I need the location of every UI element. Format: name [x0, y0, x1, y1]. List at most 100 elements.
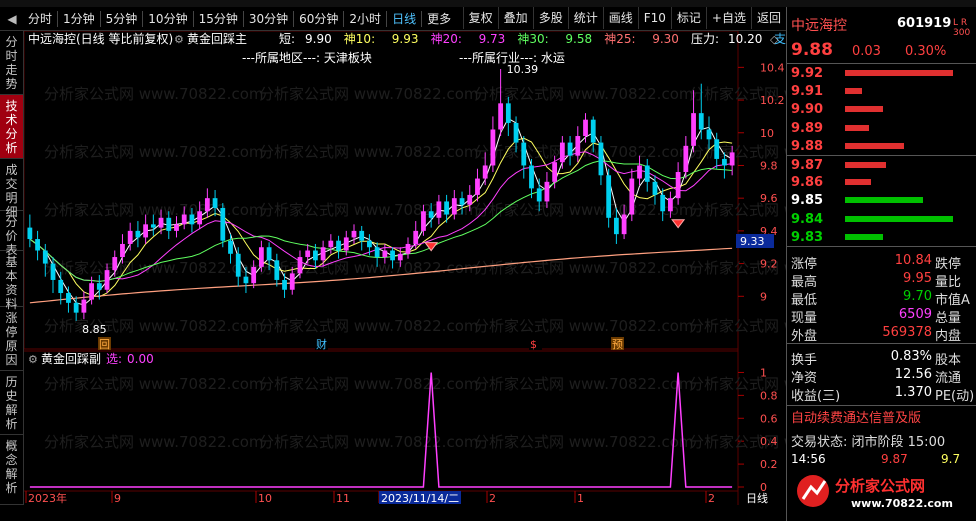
stat-label: 涨停 — [791, 257, 818, 272]
stock-rank: L R 300 — [953, 18, 971, 38]
period-tab[interactable]: 1分钟 — [59, 8, 99, 30]
period-tab[interactable]: 30分钟 — [245, 8, 292, 30]
side-tab[interactable]: 技术分析 — [0, 95, 23, 159]
tool-button[interactable]: 多股 — [532, 7, 568, 29]
stat-row: 收益(三) 1.370 PE(动) — [787, 385, 976, 404]
tool-button[interactable]: 复权 — [462, 7, 498, 29]
sub-y-tick-label: 0.6 — [760, 412, 778, 425]
stat-value: 9.70 — [903, 289, 932, 304]
side-tab[interactable]: 分价表 — [0, 211, 23, 257]
indicator-gear-icon[interactable]: ⚙ — [174, 33, 184, 46]
y-tick-label: 9.6 — [760, 192, 778, 205]
trade-status: 交易状态: 闭市阶段 15:00 — [791, 435, 946, 450]
x-tick-label: 2 — [489, 492, 496, 505]
divider — [386, 10, 388, 27]
order-row: 9.92 — [787, 64, 976, 82]
chart-title: 中远海控(日线 等比前复权) — [28, 31, 173, 46]
side-tab[interactable]: 涨停原因 — [0, 307, 23, 371]
indicator-label: 神20: — [431, 32, 462, 46]
tick-volume: 9.7 — [941, 452, 961, 466]
divider — [293, 10, 295, 27]
quote-panel: 中远海控 601919 L R 300 9.88 0.03 0.30% 9.92… — [786, 7, 976, 521]
order-volume-bar — [845, 179, 871, 186]
order-volume-bar — [845, 161, 886, 168]
expand-icon[interactable]: ◇ — [770, 33, 779, 46]
tool-button[interactable]: 叠加 — [497, 7, 533, 29]
stat-label: 收益(三) — [791, 389, 841, 404]
x-tick-label: 10 — [258, 492, 272, 505]
divider — [192, 10, 194, 27]
order-price: 9.84 — [791, 211, 824, 227]
y-tick-label: 9 — [760, 290, 767, 303]
stat-value: 6509 — [898, 307, 932, 322]
stat-value: 1.370 — [894, 385, 932, 400]
stat-label: 内盘 — [935, 329, 962, 344]
high-price-label: 10.39 — [507, 63, 539, 76]
tool-button[interactable]: +自选 — [705, 7, 751, 29]
event-marker[interactable]: 财 — [316, 337, 327, 351]
sub-y-tick-label: 1 — [760, 366, 767, 379]
tool-button[interactable]: 返回 — [750, 7, 786, 29]
stock-name: 中远海控 — [791, 18, 847, 34]
watermark-text: 分析家公式网 www.70822.com — [259, 433, 479, 451]
order-volume-bar — [845, 88, 862, 95]
stat-value: 10.84 — [894, 253, 932, 268]
period-tab[interactable]: 10分钟 — [144, 8, 191, 30]
divider — [421, 10, 423, 27]
period-tab[interactable]: 更多 — [423, 8, 455, 30]
event-marker[interactable]: $ — [530, 338, 537, 351]
stat-value: 12.56 — [894, 367, 932, 382]
stat-label: 净资 — [791, 371, 818, 386]
event-marker[interactable]: 预 — [612, 338, 623, 351]
order-row: 9.84 — [787, 210, 976, 228]
kline-chart[interactable]: 分析家公式网 www.70822.com分析家公式网 www.70822.com… — [24, 31, 786, 505]
watermark-text: 分析家公式网 www.70822.com — [44, 375, 264, 393]
y-tick-label: 9.8 — [760, 159, 778, 172]
stat-label: 股本 — [935, 353, 962, 368]
period-tabs: 分时 1分钟 5分钟 10分钟 15分钟 30分钟 60分钟 2小时 日线 更多 — [24, 8, 455, 30]
order-row: 9.83 — [787, 228, 976, 246]
event-marker[interactable]: 回 — [99, 338, 110, 351]
logo-text: 分析家公式网 — [835, 477, 925, 495]
sub-gear-icon[interactable]: ⚙ — [28, 353, 38, 366]
y-tick-label: 10.2 — [760, 94, 785, 107]
side-tab[interactable]: 成交明细 — [0, 159, 23, 219]
period-tab[interactable]: 2小时 — [345, 8, 385, 30]
tool-button[interactable]: 统计 — [567, 7, 603, 29]
back-icon[interactable]: ◀ — [0, 8, 24, 30]
tool-button[interactable]: F10 — [637, 7, 671, 29]
side-tab[interactable]: 基本资料 — [0, 251, 23, 311]
low-price-label: 8.85 — [82, 323, 107, 336]
stat-label: 外盘 — [791, 329, 818, 344]
order-price: 9.88 — [791, 138, 824, 154]
side-tab[interactable]: 概念解析 — [0, 435, 23, 505]
promo-banner[interactable]: 自动续费通达信普及版 — [791, 407, 921, 426]
stat-value: 569378 — [882, 325, 932, 340]
tool-button[interactable]: 画线 — [602, 7, 638, 29]
divider — [142, 10, 144, 27]
period-tab[interactable]: 15分钟 — [195, 8, 242, 30]
period-tab[interactable]: 日线 — [388, 8, 420, 30]
tool-button[interactable]: 标记 — [670, 7, 706, 29]
indicator-label: 神25: — [604, 32, 635, 46]
order-volume-bar — [845, 106, 883, 113]
period-tab[interactable]: 60分钟 — [295, 8, 342, 30]
order-price: 9.87 — [791, 157, 824, 173]
side-tab[interactable]: 分时走势 — [0, 31, 23, 95]
stat-label: 市值A — [935, 293, 970, 308]
order-row: 9.86 — [787, 173, 976, 191]
period-tab[interactable]: 5分钟 — [102, 8, 142, 30]
indicator-values: 短: 9.90 神10: 9.93 神20: 9.73 神30: 9.58 神25: 9.30 压力… — [279, 31, 786, 46]
stat-value: 9.95 — [903, 271, 932, 286]
order-price: 9.92 — [791, 66, 824, 81]
sub-indicator-value: 0.00 — [127, 352, 154, 366]
last-price: 9.88 — [791, 40, 833, 60]
watermark-text: 分析家公式网 www.70822.com — [44, 433, 264, 451]
side-tab[interactable]: 历史解析 — [0, 371, 23, 435]
order-volume-bar — [845, 197, 923, 204]
divider — [343, 10, 345, 27]
period-tab[interactable]: 分时 — [24, 8, 56, 30]
stat-label: 换手 — [791, 353, 818, 368]
sub-y-tick-label: 0.4 — [760, 435, 778, 448]
x-tick-label: 2023/11/14/二 — [381, 492, 459, 505]
